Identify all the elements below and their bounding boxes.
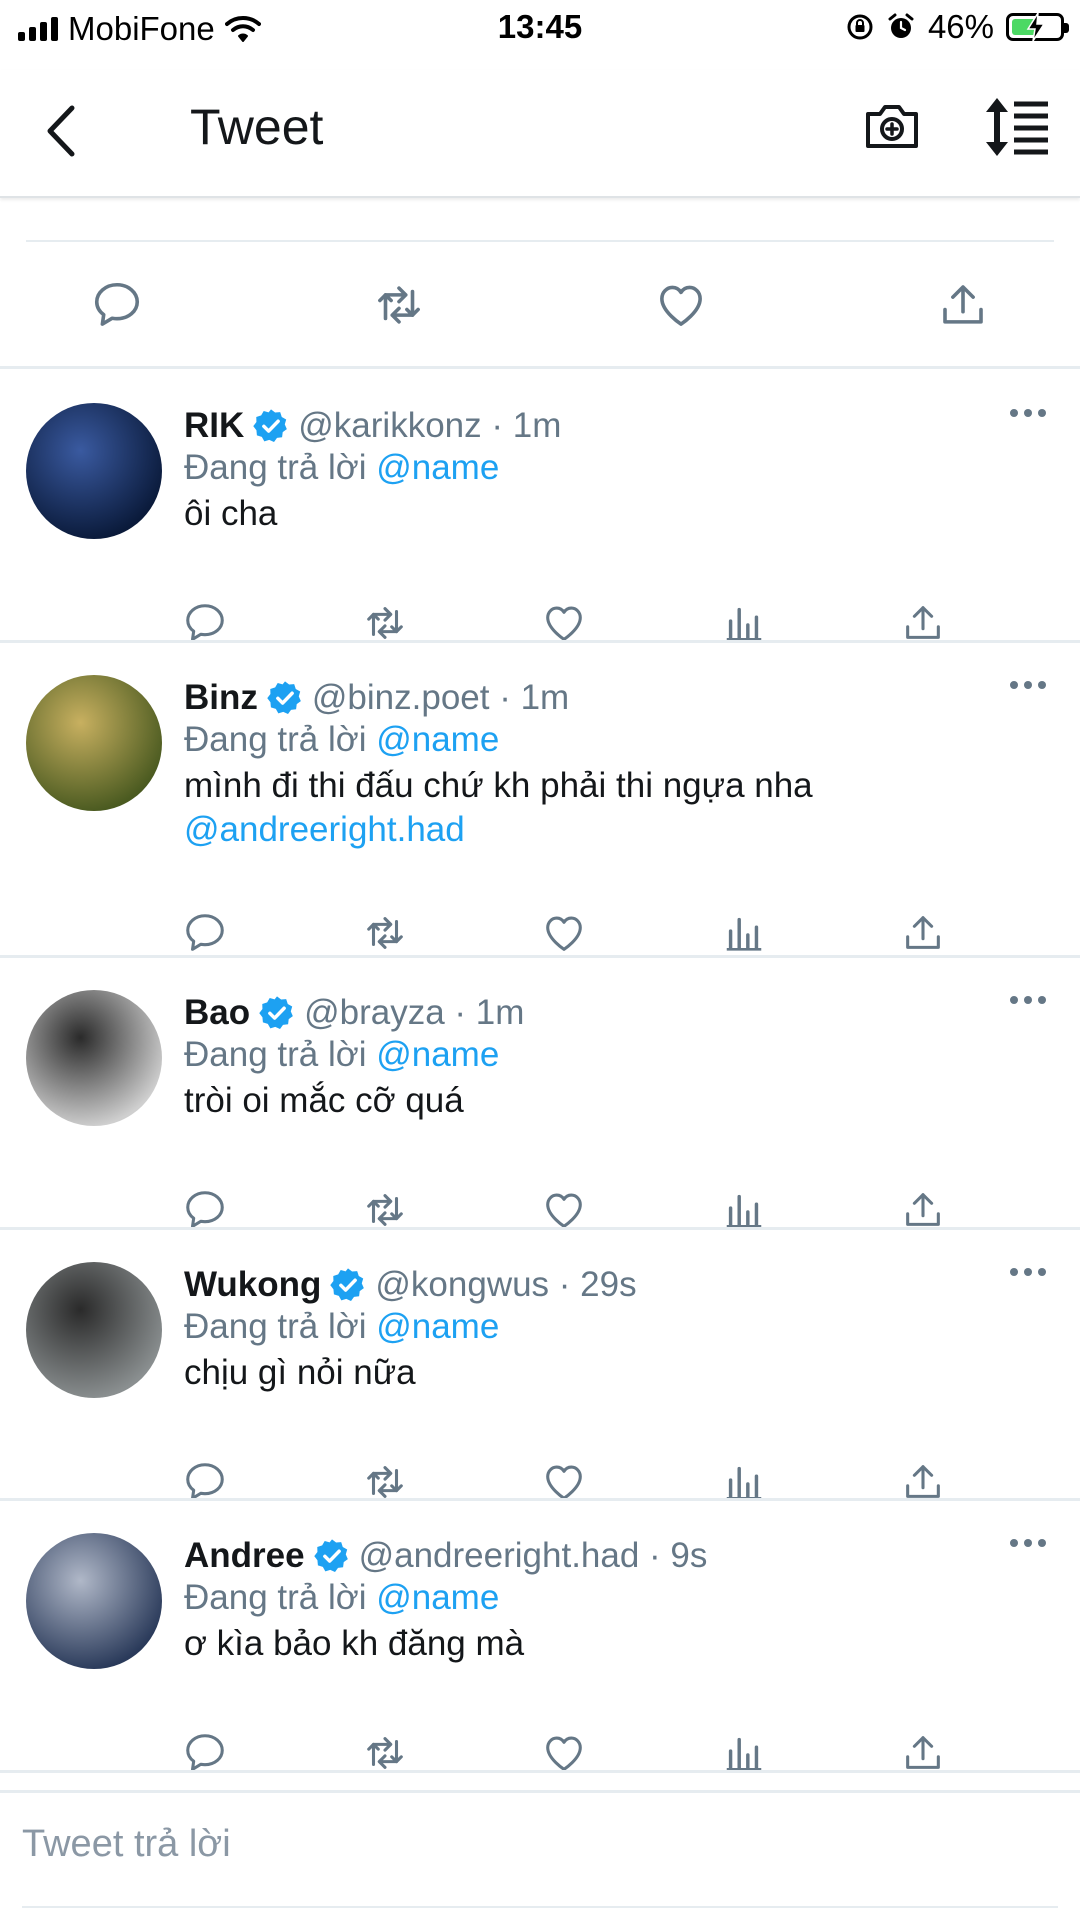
handle-timestamp: @andreeright.had · 9s — [358, 1536, 708, 1575]
reply-header: Andree @andreeright.had · 9s — [184, 1536, 707, 1576]
handle-timestamp: @karikkonz · 1m — [298, 406, 562, 445]
share-icon[interactable] — [900, 910, 946, 956]
battery-percent: 46% — [927, 8, 994, 45]
replying-prefix: Đang trả lời — [184, 1578, 367, 1617]
display-name[interactable]: Binz — [184, 678, 258, 718]
sort-replies-icon[interactable] — [982, 94, 1052, 160]
more-options-icon[interactable] — [1008, 993, 1048, 1007]
more-options-icon[interactable] — [1008, 406, 1048, 420]
reply-body: ơ kìa bảo kh đăng mà — [184, 1624, 525, 1663]
replying-to: Đang trả lời @name — [184, 1035, 499, 1075]
avatar[interactable] — [26, 990, 162, 1126]
verified-badge-icon — [266, 679, 304, 717]
reply-text: tròi oi mắc cỡ quá — [184, 1079, 464, 1123]
reply-body: tròi oi mắc cỡ quá — [184, 1081, 464, 1120]
reply-actions — [0, 1730, 1080, 1784]
reply-item[interactable]: RIK @karikkonz · 1m Đang trả lời @name ô… — [0, 368, 1080, 640]
replying-mention[interactable]: @name — [376, 1035, 499, 1074]
replying-to: Đang trả lời @name — [184, 1307, 499, 1347]
avatar[interactable] — [26, 675, 162, 811]
more-options-icon[interactable] — [1008, 1265, 1048, 1279]
replying-prefix: Đang trả lời — [184, 1035, 367, 1074]
analytics-icon[interactable] — [721, 910, 767, 956]
reply-icon[interactable] — [90, 278, 144, 332]
replying-prefix: Đang trả lời — [184, 1307, 367, 1346]
reply-icon[interactable] — [182, 910, 228, 956]
top-nav-bar: Tweet — [0, 70, 1080, 198]
retweet-icon[interactable] — [372, 278, 426, 332]
page-title: Tweet — [190, 99, 324, 155]
divider — [22, 1906, 1058, 1908]
reply-body: ôi cha — [184, 494, 278, 533]
reply-item[interactable]: Wukong @kongwus · 29s Đang trả lời @name… — [0, 1227, 1080, 1498]
reply-text: chịu gì nỏi nữa — [184, 1351, 416, 1395]
reply-item[interactable]: Bao @brayza · 1m Đang trả lời @name tròi… — [0, 955, 1080, 1227]
replying-prefix: Đang trả lời — [184, 720, 367, 759]
reply-item[interactable]: Binz @binz.poet · 1m Đang trả lời @name … — [0, 640, 1080, 955]
verified-badge-icon — [329, 1266, 367, 1304]
rotation-lock-icon — [847, 14, 873, 40]
battery-icon — [1006, 12, 1069, 42]
back-arrow-icon[interactable] — [36, 96, 92, 166]
status-right: 46% — [846, 8, 1069, 46]
reply-header: Bao @brayza · 1m — [184, 993, 524, 1033]
verified-badge-icon — [313, 1537, 351, 1575]
replying-to: Đang trả lời @name — [184, 448, 499, 488]
reply-composer: Tweet trả lời — [0, 1790, 1080, 1920]
alarm-icon — [888, 13, 914, 38]
replying-to: Đang trả lời @name — [184, 720, 499, 760]
more-options-icon[interactable] — [1008, 678, 1048, 692]
handle-timestamp: @binz.poet · 1m — [311, 678, 570, 717]
replying-mention[interactable]: @name — [376, 1578, 499, 1617]
retweet-icon[interactable] — [362, 910, 408, 956]
reply-header: Binz @binz.poet · 1m — [184, 678, 569, 718]
handle-timestamp: @brayza · 1m — [304, 993, 525, 1032]
avatar[interactable] — [26, 403, 162, 539]
reply-header: Wukong @kongwus · 29s — [184, 1265, 637, 1305]
verified-badge-icon — [252, 407, 290, 445]
main-tweet-actions — [0, 238, 1080, 366]
avatar[interactable] — [26, 1262, 162, 1398]
reply-text: mình đi thi đấu chứ kh phải thi ngựa nha… — [184, 764, 813, 852]
more-options-icon[interactable] — [1008, 1536, 1048, 1550]
avatar[interactable] — [26, 1533, 162, 1669]
reply-body: chịu gì nỏi nữa — [184, 1353, 416, 1392]
replying-to: Đang trả lời @name — [184, 1578, 499, 1618]
verified-badge-icon — [258, 994, 296, 1032]
reply-mention-link[interactable]: @andreeright.had — [184, 808, 813, 852]
reply-text: ơ kìa bảo kh đăng mà — [184, 1622, 524, 1666]
divider — [0, 1770, 1080, 1773]
status-bar: MobiFone 13:45 46% — [0, 0, 1080, 56]
reply-input[interactable]: Tweet trả lời — [22, 1823, 231, 1866]
display-name[interactable]: Wukong — [184, 1265, 321, 1305]
like-icon[interactable] — [654, 278, 708, 332]
replying-mention[interactable]: @name — [376, 1307, 499, 1346]
reply-body: mình đi thi đấu chứ kh phải thi ngựa nha — [184, 766, 813, 805]
camera-icon[interactable] — [862, 96, 922, 156]
replying-mention[interactable]: @name — [376, 448, 499, 487]
display-name[interactable]: Andree — [184, 1536, 305, 1576]
like-icon[interactable] — [541, 910, 587, 956]
display-name[interactable]: RIK — [184, 406, 244, 446]
display-name[interactable]: Bao — [184, 993, 250, 1033]
replying-mention[interactable]: @name — [376, 720, 499, 759]
reply-header: RIK @karikkonz · 1m — [184, 406, 561, 446]
reply-item[interactable]: Andree @andreeright.had · 9s Đang trả lờ… — [0, 1498, 1080, 1770]
handle-timestamp: @kongwus · 29s — [375, 1265, 637, 1304]
reply-text: ôi cha — [184, 492, 277, 536]
share-icon[interactable] — [936, 278, 990, 332]
replying-prefix: Đang trả lời — [184, 448, 367, 487]
